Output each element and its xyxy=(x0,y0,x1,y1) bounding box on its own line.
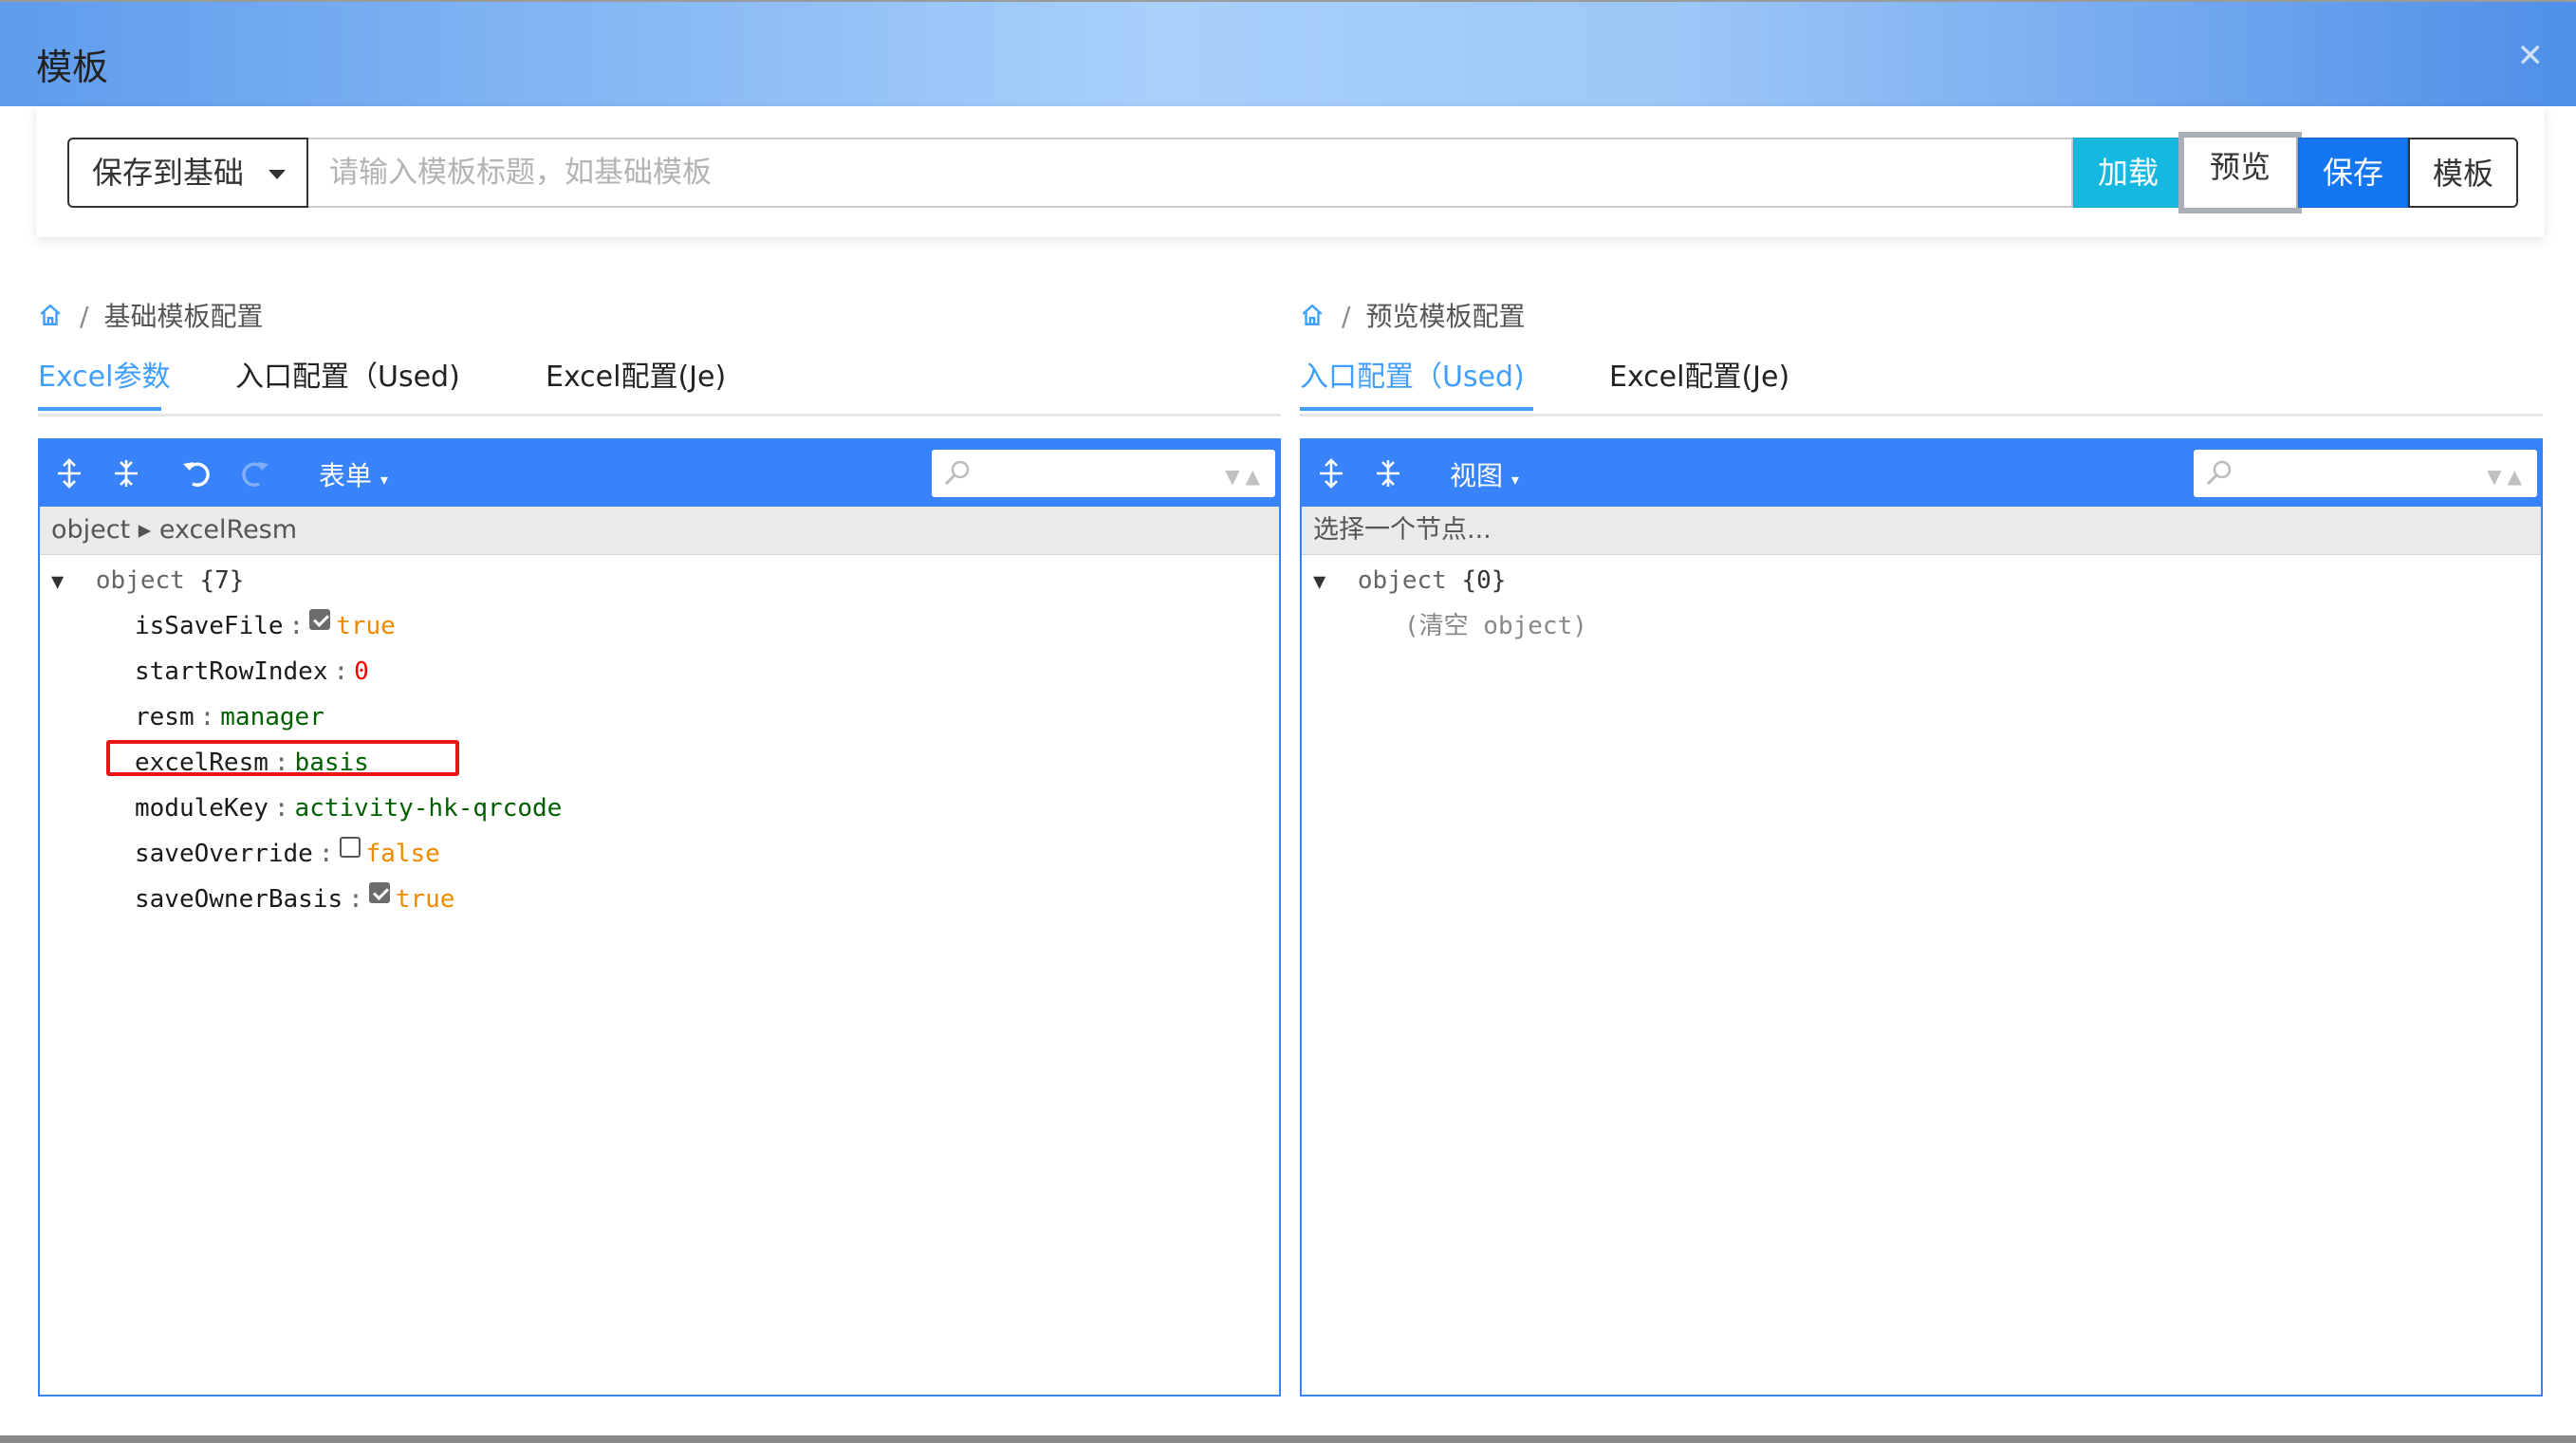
field-value[interactable]: false xyxy=(366,840,440,868)
editor-menu-bar: 视图 ▾ ▼▲ xyxy=(1302,440,2541,507)
field-separator: : xyxy=(348,885,363,914)
tab-excel-config[interactable]: Excel配置(Je) xyxy=(1609,353,1789,395)
collapse-toggle-icon[interactable]: ▼ xyxy=(51,570,64,594)
preview-button[interactable]: 预览 xyxy=(2178,132,2302,213)
close-icon[interactable]: ✕ xyxy=(2517,40,2545,72)
tab-entry-config[interactable]: 入口配置（Used) xyxy=(1300,353,1525,395)
collapse-all-icon[interactable] xyxy=(110,457,142,490)
field-separator: : xyxy=(273,794,289,823)
mode-menu-label: 视图 xyxy=(1450,460,1504,491)
search-nav-arrows-icon[interactable]: ▼▲ xyxy=(2487,465,2528,488)
save-button[interactable]: 保存 xyxy=(2298,138,2408,208)
empty-object-hint: (清空 object) xyxy=(1404,612,1587,640)
mode-menu-label: 表单 xyxy=(319,460,373,491)
highlight-annotation xyxy=(106,740,459,776)
field-separator: : xyxy=(318,840,334,868)
field-value[interactable]: activity-hk-qrcode xyxy=(295,794,563,823)
breadcrumb-right-label: 预览模板配置 xyxy=(1365,301,1526,332)
root-type-label: object xyxy=(1357,566,1447,595)
json-editor-right: 视图 ▾ ▼▲ 选择一个节点... ▼ object {0} (清空 objec… xyxy=(1300,438,2543,1397)
tree-root-row: ▼ object {7} xyxy=(51,562,244,600)
mode-menu[interactable]: 表单 ▾ xyxy=(319,455,388,493)
field-value[interactable]: true xyxy=(396,885,455,914)
right-tabs: 入口配置（Used) Excel配置(Je) xyxy=(1300,353,2543,416)
json-editor-left: 表单 ▾ ▼▲ object ▸ excelResm ▼ object {7} … xyxy=(38,438,1281,1397)
collapse-toggle-icon[interactable]: ▼ xyxy=(1313,570,1325,594)
field-value[interactable]: manager xyxy=(220,703,324,731)
tab-entry-config[interactable]: 入口配置（Used) xyxy=(235,353,460,395)
tree-field-row[interactable]: saveOverride: false xyxy=(135,835,440,873)
template-toolbar: 保存到基础 加载 预览 保存 模板 xyxy=(36,106,2545,237)
editor-menu-bar: 表单 ▾ ▼▲ xyxy=(40,440,1279,507)
field-separator: : xyxy=(333,657,349,686)
tree-field-row[interactable]: moduleKey: activity-hk-qrcode xyxy=(135,789,562,827)
home-icon[interactable] xyxy=(1300,303,1325,334)
breadcrumb-left-label: 基础模板配置 xyxy=(103,301,264,332)
left-tabs: Excel参数 入口配置（Used) Excel配置(Je) xyxy=(38,353,1281,416)
field-key[interactable]: startRowIndex xyxy=(135,657,328,686)
breadcrumb-left: / 基础模板配置 xyxy=(38,296,263,334)
tree-field-row[interactable]: isSaveFile: true xyxy=(135,607,396,645)
boolean-checkbox[interactable] xyxy=(309,609,331,630)
active-tab-indicator xyxy=(1300,407,1533,411)
field-separator: : xyxy=(199,703,215,731)
field-separator: : xyxy=(288,612,305,640)
search-nav-arrows-icon[interactable]: ▼▲ xyxy=(1225,465,1266,488)
undo-icon[interactable] xyxy=(180,457,213,490)
tab-excel-config[interactable]: Excel配置(Je) xyxy=(546,353,726,395)
template-button[interactable]: 模板 xyxy=(2408,138,2518,208)
caret-down-icon xyxy=(269,170,286,179)
field-value[interactable]: 0 xyxy=(354,657,369,686)
collapse-all-icon[interactable] xyxy=(1372,457,1404,490)
field-key[interactable]: saveOverride xyxy=(135,840,313,868)
field-key[interactable]: saveOwnerBasis xyxy=(135,885,343,914)
expand-all-icon[interactable] xyxy=(1315,457,1347,490)
dialog-title: 模板 xyxy=(36,46,109,88)
breadcrumb-right: / 预览模板配置 xyxy=(1300,296,1525,334)
redo-icon[interactable] xyxy=(239,457,271,490)
editor-search-box[interactable]: ▼▲ xyxy=(932,450,1275,497)
load-button[interactable]: 加载 xyxy=(2073,138,2183,208)
tree-field-row[interactable]: resm: manager xyxy=(135,698,324,736)
save-target-label: 保存到基础 xyxy=(92,155,245,191)
search-icon xyxy=(943,459,972,491)
search-icon xyxy=(2205,459,2233,491)
tab-excel-params[interactable]: Excel参数 xyxy=(38,353,170,395)
editor-navigation-bar: 选择一个节点... xyxy=(1302,507,2541,555)
boolean-checkbox[interactable] xyxy=(368,882,390,903)
home-icon[interactable] xyxy=(38,303,63,334)
root-count: {0} xyxy=(1461,566,1507,595)
field-key[interactable]: moduleKey xyxy=(135,794,269,823)
tree-field-row[interactable]: saveOwnerBasis: true xyxy=(135,880,454,918)
mode-menu[interactable]: 视图 ▾ xyxy=(1450,455,1519,493)
dialog-header: 模板 ✕ xyxy=(0,0,2576,106)
tree-field-row[interactable]: startRowIndex:0 xyxy=(135,653,369,691)
root-count: {7} xyxy=(199,566,245,595)
save-target-select[interactable]: 保存到基础 xyxy=(67,138,308,208)
template-title-input[interactable] xyxy=(308,138,2073,208)
field-value[interactable]: true xyxy=(336,612,396,640)
root-type-label: object xyxy=(95,566,185,595)
bottom-divider xyxy=(0,1435,2576,1443)
boolean-checkbox[interactable] xyxy=(339,837,361,858)
editor-search-box[interactable]: ▼▲ xyxy=(2194,450,2537,497)
field-key[interactable]: isSaveFile xyxy=(135,612,284,640)
expand-all-icon[interactable] xyxy=(53,457,85,490)
field-key[interactable]: resm xyxy=(135,703,195,731)
active-tab-indicator xyxy=(38,407,161,411)
tree-root-row: ▼ object {0} xyxy=(1313,562,1506,600)
editor-navigation-bar: object ▸ excelResm xyxy=(40,507,1279,555)
